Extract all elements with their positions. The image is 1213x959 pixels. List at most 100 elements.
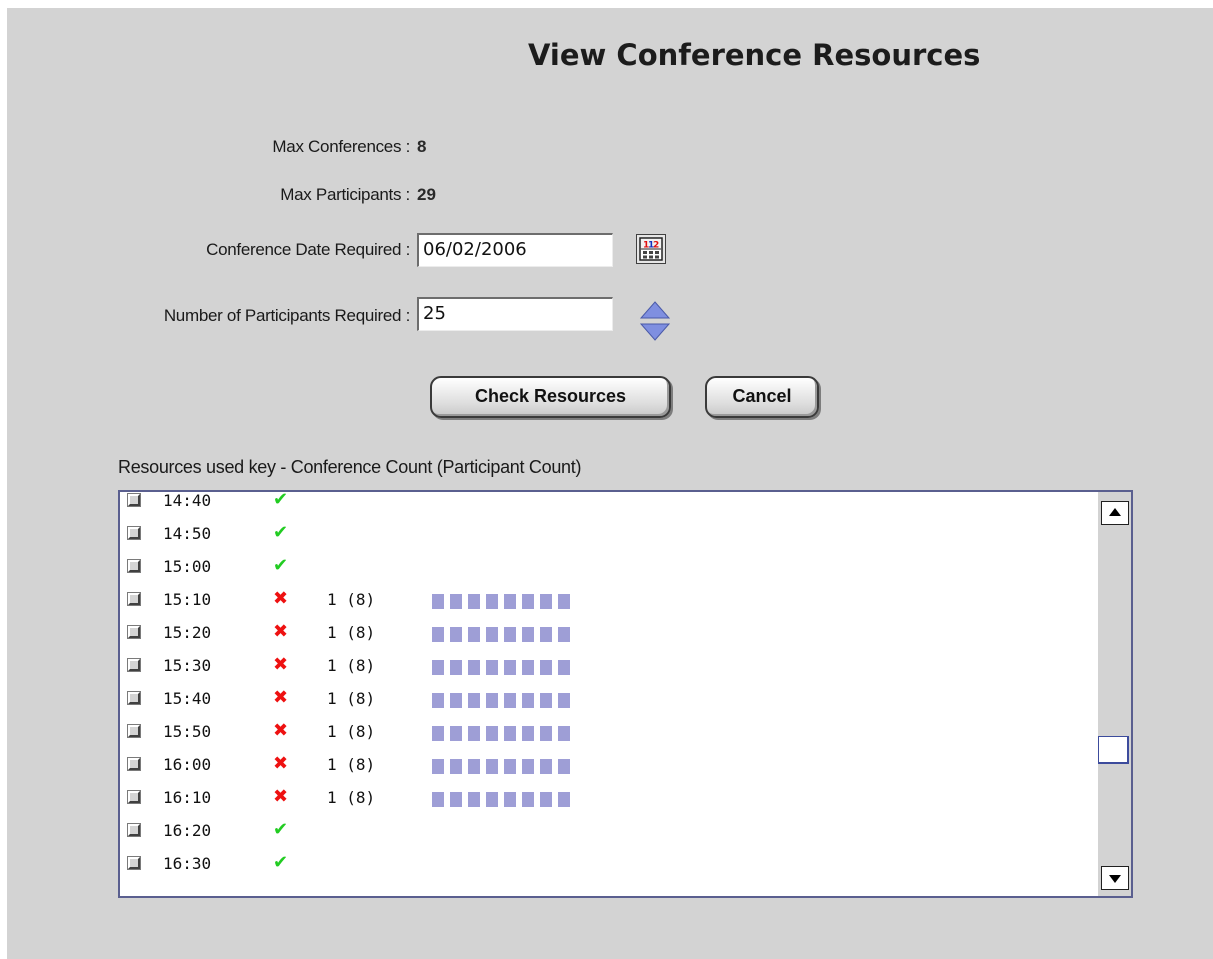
slot-usage-count: 1 (8)	[327, 788, 376, 807]
conference-date-label: Conference Date Required :	[206, 240, 410, 259]
usage-block	[540, 594, 552, 609]
max-conferences-label: Max Conferences :	[272, 137, 410, 156]
usage-block	[486, 759, 498, 774]
max-participants-label: Max Participants :	[280, 185, 410, 204]
usage-block	[432, 627, 444, 642]
scroll-up-button[interactable]	[1101, 501, 1129, 525]
usage-block	[522, 660, 534, 675]
usage-block	[540, 792, 552, 807]
slot-checkbox[interactable]	[127, 724, 141, 738]
slot-checkbox[interactable]	[127, 559, 141, 573]
time-slot-row[interactable]: 16:20 ✔	[120, 814, 1100, 847]
slot-checkbox[interactable]	[127, 592, 141, 606]
usage-block	[504, 594, 516, 609]
slot-checkbox[interactable]	[127, 526, 141, 540]
usage-block	[504, 627, 516, 642]
time-slot-row[interactable]: 14:40 ✔	[120, 490, 1100, 517]
usage-block	[468, 627, 480, 642]
slot-time: 15:20	[163, 623, 212, 642]
usage-block	[558, 693, 570, 708]
time-slot-row[interactable]: 15:30 ✖ 1 (8)	[120, 649, 1100, 682]
check-mark-icon: ✔	[273, 819, 289, 840]
page-title: View Conference Resources	[528, 38, 981, 72]
time-slot-row[interactable]: 15:10 ✖ 1 (8)	[120, 583, 1100, 616]
slot-time: 15:10	[163, 590, 212, 609]
usage-block	[432, 660, 444, 675]
check-mark-icon: ✔	[273, 490, 289, 510]
usage-block	[504, 792, 516, 807]
slot-usage-bar	[432, 660, 576, 675]
time-slot-rows: 14:40 ✔ 14:50 ✔ 15:00 ✔ 15:10 ✖ 1 (8) 15:20 ✖ 1 (8)…	[120, 490, 1100, 880]
usage-block	[522, 792, 534, 807]
slot-usage-bar	[432, 627, 576, 642]
slot-usage-bar	[432, 693, 576, 708]
usage-block	[486, 726, 498, 741]
scroll-thumb[interactable]	[1098, 736, 1129, 764]
usage-block	[450, 726, 462, 741]
slot-checkbox[interactable]	[127, 790, 141, 804]
slot-checkbox[interactable]	[127, 691, 141, 705]
slot-usage-count: 1 (8)	[327, 623, 376, 642]
slot-time: 15:00	[163, 557, 212, 576]
participants-spinner[interactable]	[638, 300, 672, 342]
check-mark-icon: ✔	[273, 852, 289, 873]
check-mark-icon: ✔	[273, 555, 289, 576]
usage-block	[558, 660, 570, 675]
slot-checkbox[interactable]	[127, 823, 141, 837]
list-scrollbar[interactable]	[1098, 492, 1131, 896]
scroll-up-arrow-icon	[1109, 508, 1121, 516]
conference-date-field[interactable]: 06/02/2006	[417, 233, 613, 267]
usage-block	[468, 594, 480, 609]
usage-block	[468, 693, 480, 708]
time-slot-row[interactable]: 16:30 ✔	[120, 847, 1100, 880]
cancel-button[interactable]: Cancel	[705, 376, 819, 418]
usage-block	[450, 792, 462, 807]
slot-usage-count: 1 (8)	[327, 755, 376, 774]
time-slot-row[interactable]: 15:20 ✖ 1 (8)	[120, 616, 1100, 649]
max-participants-value: 29	[417, 185, 436, 204]
usage-block	[432, 726, 444, 741]
usage-block	[486, 660, 498, 675]
time-slot-row[interactable]: 14:50 ✔	[120, 517, 1100, 550]
usage-block	[558, 627, 570, 642]
participants-required-label: Number of Participants Required :	[163, 306, 410, 325]
cross-icon: ✖	[273, 753, 289, 774]
slot-checkbox[interactable]	[127, 856, 141, 870]
usage-block	[450, 759, 462, 774]
usage-block	[504, 693, 516, 708]
usage-block	[558, 594, 570, 609]
usage-block	[558, 759, 570, 774]
slot-checkbox[interactable]	[127, 493, 141, 507]
slot-checkbox[interactable]	[127, 757, 141, 771]
time-slot-row[interactable]: 15:00 ✔	[120, 550, 1100, 583]
scroll-down-arrow-icon	[1109, 875, 1121, 883]
usage-block	[504, 726, 516, 741]
max-conferences-value: 8	[417, 137, 427, 156]
calendar-button[interactable]: 1 1 2	[636, 234, 666, 264]
usage-block	[540, 726, 552, 741]
slot-checkbox[interactable]	[127, 625, 141, 639]
participants-required-field[interactable]: 25	[417, 297, 613, 331]
time-slot-row[interactable]: 15:40 ✖ 1 (8)	[120, 682, 1100, 715]
time-slot-row[interactable]: 15:50 ✖ 1 (8)	[120, 715, 1100, 748]
usage-block	[450, 660, 462, 675]
slot-time: 15:40	[163, 689, 212, 708]
scroll-down-button[interactable]	[1101, 866, 1129, 890]
check-resources-button[interactable]: Check Resources	[430, 376, 671, 418]
time-slot-list[interactable]: 14:40 ✔ 14:50 ✔ 15:00 ✔ 15:10 ✖ 1 (8) 15:20 ✖ 1 (8)…	[118, 490, 1133, 898]
time-slot-row[interactable]: 16:10 ✖ 1 (8)	[120, 781, 1100, 814]
slot-usage-bar	[432, 792, 576, 807]
slot-usage-bar	[432, 726, 576, 741]
slot-checkbox[interactable]	[127, 658, 141, 672]
usage-block	[540, 660, 552, 675]
slot-time: 16:20	[163, 821, 212, 840]
usage-block	[522, 726, 534, 741]
slot-time: 14:40	[163, 491, 212, 510]
usage-block	[558, 726, 570, 741]
usage-block	[432, 693, 444, 708]
time-slot-row[interactable]: 16:00 ✖ 1 (8)	[120, 748, 1100, 781]
slot-time: 16:30	[163, 854, 212, 873]
usage-block	[486, 693, 498, 708]
slot-time: 15:30	[163, 656, 212, 675]
usage-block	[432, 594, 444, 609]
